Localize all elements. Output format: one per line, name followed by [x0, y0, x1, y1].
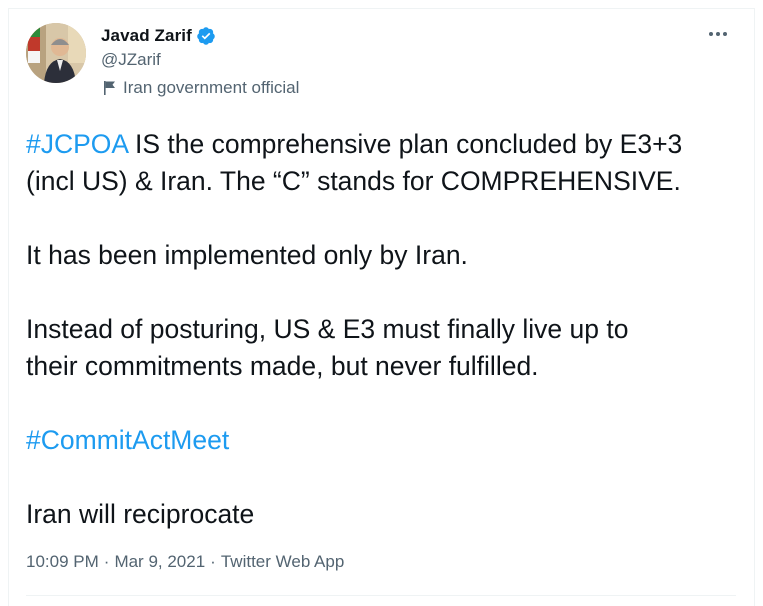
- author-label-text: Iran government official: [123, 78, 300, 97]
- author-name-row[interactable]: Javad Zarif: [101, 25, 216, 47]
- author-display-name[interactable]: Javad Zarif: [101, 26, 192, 46]
- tweet-paragraph-5: Iran will reciprocate: [26, 496, 736, 533]
- tweet-text: #JCPOA IS the comprehensive plan conclud…: [26, 126, 736, 570]
- tweet-time: 10:09 PM: [26, 552, 99, 571]
- avatar-photo: [26, 23, 86, 83]
- author-handle[interactable]: @JZarif: [101, 50, 161, 70]
- more-icon: [709, 32, 727, 36]
- author-label: Iran government official: [103, 78, 299, 98]
- tweet-paragraph-4: #CommitActMeet: [26, 422, 736, 459]
- tweet-p1-line1-text: IS the comprehensive plan concluded by E…: [127, 129, 683, 159]
- tweet-paragraph-2: It has been implemented only by Iran.: [26, 237, 736, 274]
- tweet-timestamp-link[interactable]: 10:09 PM · Mar 9, 2021: [26, 552, 205, 572]
- more-options-button[interactable]: [703, 22, 733, 46]
- tweet-source-link[interactable]: Twitter Web App: [221, 552, 344, 572]
- avatar[interactable]: [26, 23, 86, 83]
- tweet-meta: 10:09 PM · Mar 9, 2021 · Twitter Web App: [26, 552, 344, 572]
- verified-badge-icon: [196, 26, 216, 46]
- meta-separator: ·: [103, 552, 110, 571]
- tweet-p1-line2-text: (incl US) & Iran. The “C” stands for COM…: [26, 166, 681, 196]
- hashtag-jcpoa-link[interactable]: #JCPOA: [26, 129, 128, 159]
- tweet-p5-text: Iran will reciprocate: [26, 499, 255, 529]
- tweet-p3-line2-text: their commitments made, but never fulfil…: [26, 351, 539, 381]
- tweet-paragraph-1: #JCPOA IS the comprehensive plan conclud…: [26, 126, 736, 200]
- meta-separator: ·: [210, 552, 216, 571]
- tweet-date: Mar 9, 2021: [114, 552, 206, 571]
- tweet-p3-line1-text: Instead of posturing, US & E3 must final…: [26, 314, 629, 344]
- divider: [26, 595, 736, 596]
- hashtag-commitactmeet-link[interactable]: #CommitActMeet: [26, 425, 229, 455]
- tweet-p2-text: It has been implemented only by Iran.: [26, 240, 468, 270]
- flag-icon: [103, 80, 117, 96]
- tweet-paragraph-3: Instead of posturing, US & E3 must final…: [26, 311, 736, 385]
